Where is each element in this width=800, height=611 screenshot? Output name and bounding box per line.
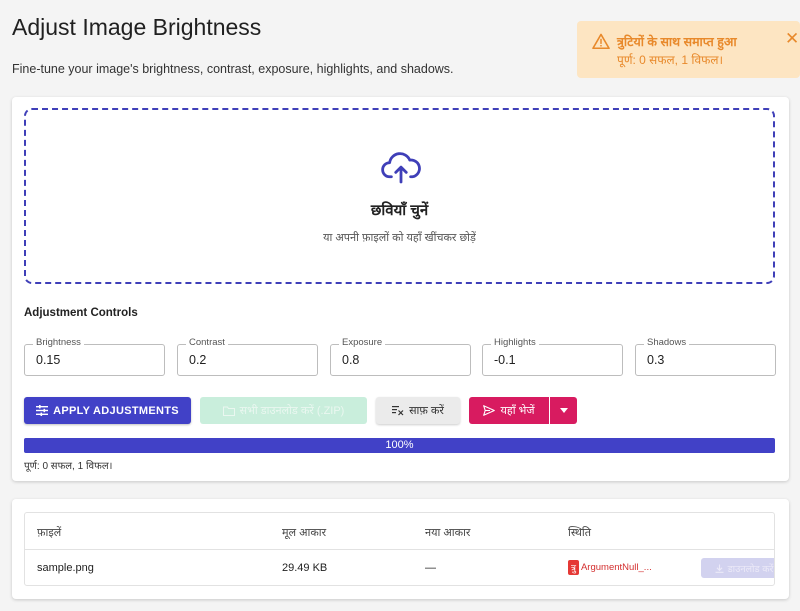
brightness-label: Brightness <box>33 337 84 348</box>
warning-icon <box>592 33 610 49</box>
download-zip-button[interactable]: सभी डाउनलोड करें (.ZIP) <box>200 397 367 424</box>
cell-file-name: sample.png <box>37 562 94 574</box>
exposure-field[interactable]: Exposure <box>330 337 471 376</box>
status-badge: त्रु ArgumentNull_... <box>568 559 652 575</box>
send-button[interactable]: यहाँ भेजें <box>469 397 549 424</box>
dropzone-title: छवियाँ चुनें <box>370 202 429 219</box>
contrast-input[interactable] <box>189 353 309 367</box>
send-label: यहाँ भेजें <box>500 405 535 417</box>
exposure-label: Exposure <box>339 337 386 348</box>
toast-title: त्रुटियों के साथ समाप्त हुआ <box>617 35 737 49</box>
file-dropzone[interactable]: छवियाँ चुनें या अपनी फ़ाइलों को यहाँ खीं… <box>24 108 775 284</box>
caret-down-icon <box>559 408 568 413</box>
progress-bar: 100% <box>24 438 775 453</box>
shadows-input[interactable] <box>647 353 767 367</box>
files-card: फ़ाइलें मूल आकार नया आकार स्थिति sample.… <box>12 499 789 599</box>
close-icon[interactable]: ✕ <box>785 30 800 47</box>
shadows-field[interactable]: Shadows <box>635 337 776 376</box>
download-file-button[interactable]: डाउनलोड करें <box>701 558 774 578</box>
cell-new-size: — <box>425 562 436 574</box>
contrast-label: Contrast <box>186 337 228 348</box>
contrast-field[interactable]: Contrast <box>177 337 318 376</box>
column-header-status: स्थिति <box>568 527 592 539</box>
error-toast: त्रुटियों के साथ समाप्त हुआ पूर्ण: 0 सफल… <box>577 21 800 78</box>
editor-card: छवियाँ चुनें या अपनी फ़ाइलों को यहाँ खीं… <box>12 97 789 481</box>
page-title: Adjust Image Brightness <box>12 14 262 40</box>
clear-button[interactable]: साफ़ करें <box>376 397 460 424</box>
clear-label: साफ़ करें <box>409 405 444 417</box>
table-divider <box>25 549 774 550</box>
apply-adjustments-button[interactable]: APPLY ADJUSTMENTS <box>24 397 191 424</box>
cloud-upload-icon <box>381 152 421 184</box>
shadows-label: Shadows <box>644 337 690 348</box>
dropzone-subtitle: या अपनी फ़ाइलों को यहाँ खींचकर छोड़ें <box>323 232 476 244</box>
column-header-files: फ़ाइलें <box>37 527 62 539</box>
column-header-original-size: मूल आकार <box>282 527 327 539</box>
error-chip: त्रु <box>568 559 579 575</box>
highlights-field[interactable]: Highlights <box>482 337 623 376</box>
column-header-new-size: नया आकार <box>425 527 471 539</box>
brightness-field[interactable]: Brightness <box>24 337 165 376</box>
download-file-label: डाउनलोड करें <box>727 563 774 575</box>
download-zip-label: सभी डाउनलोड करें (.ZIP) <box>239 405 345 417</box>
apply-adjustments-label: APPLY ADJUSTMENTS <box>53 404 179 417</box>
progress-percent: 100% <box>385 439 414 451</box>
status-text: ArgumentNull_... <box>580 561 652 573</box>
page-subtitle: Fine-tune your image's brightness, contr… <box>12 62 454 76</box>
folder-icon <box>222 406 235 416</box>
files-table: फ़ाइलें मूल आकार नया आकार स्थिति sample.… <box>24 512 775 586</box>
highlights-input[interactable] <box>494 353 614 367</box>
download-icon <box>715 564 724 573</box>
highlights-label: Highlights <box>491 337 539 348</box>
exposure-input[interactable] <box>342 353 462 367</box>
send-options-dropdown[interactable] <box>550 397 577 424</box>
send-icon <box>483 405 496 416</box>
tune-icon <box>36 405 49 416</box>
brightness-input[interactable] <box>36 353 156 367</box>
adjustment-controls-heading: Adjustment Controls <box>24 307 138 319</box>
clear-list-icon <box>392 406 404 416</box>
progress-status: पूर्ण: 0 सफल, 1 विफल। <box>24 461 113 472</box>
cell-original-size: 29.49 KB <box>282 562 328 574</box>
toast-message: पूर्ण: 0 सफल, 1 विफल। <box>617 53 724 67</box>
